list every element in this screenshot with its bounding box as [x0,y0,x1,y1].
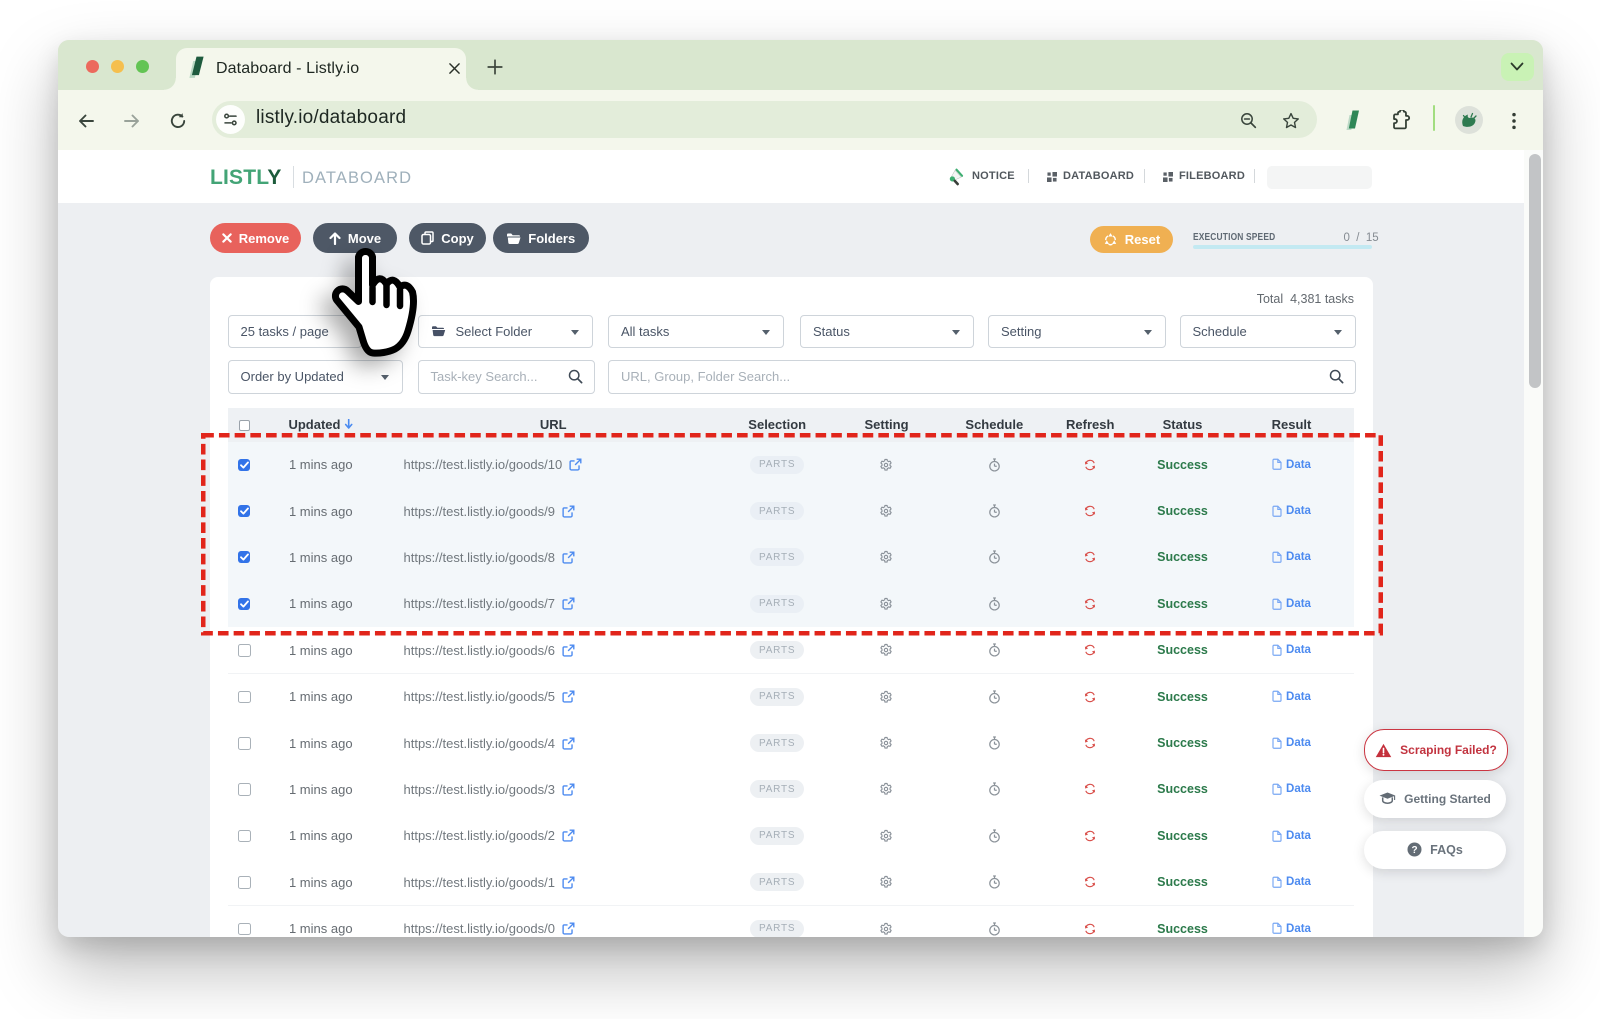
svg-text:?: ? [1412,845,1418,856]
